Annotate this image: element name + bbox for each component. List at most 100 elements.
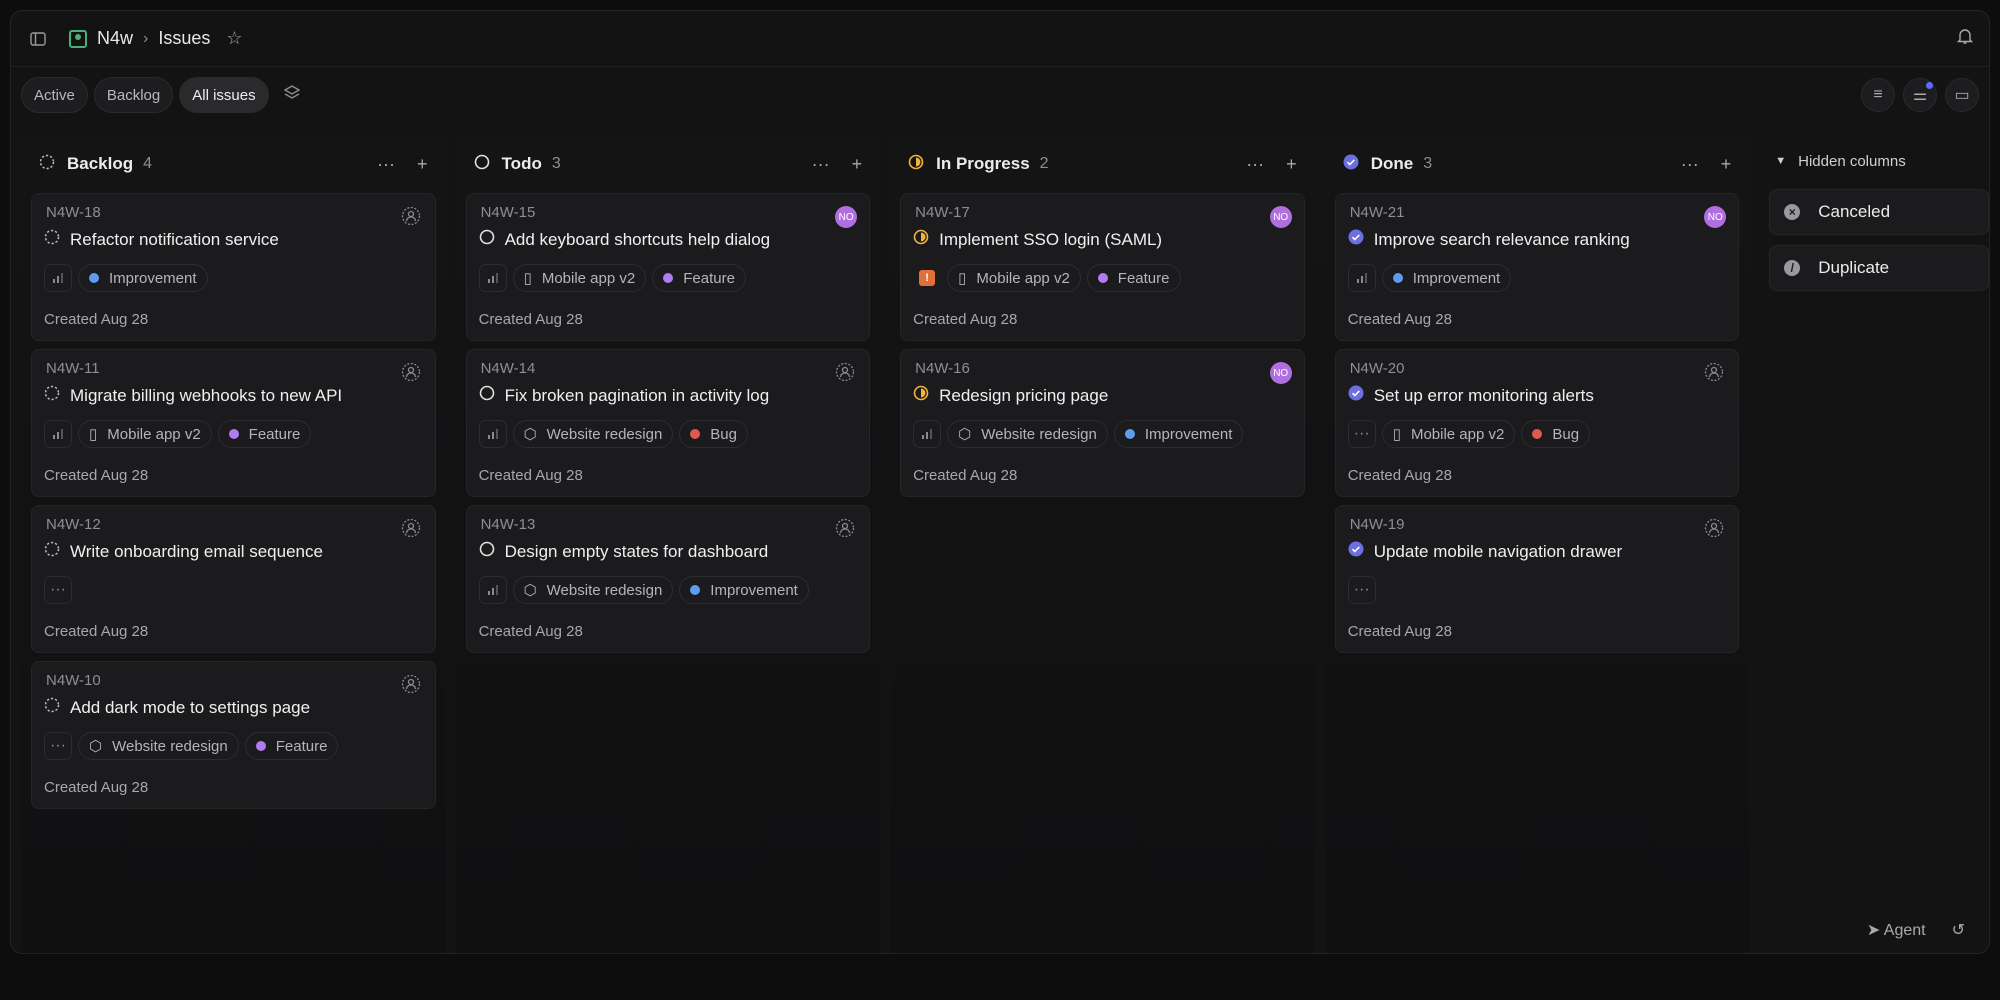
- label-chip[interactable]: Improvement: [78, 264, 208, 292]
- issue-card[interactable]: N4W-11 Migrate billing webhooks to new AP…: [31, 349, 436, 497]
- issue-card[interactable]: N4W-14 Fix broken pagination in activity …: [465, 349, 871, 497]
- assignee-icon[interactable]: [401, 206, 423, 228]
- status-icon[interactable]: [1348, 229, 1364, 250]
- phone-icon: ▯: [89, 426, 98, 443]
- label-chip[interactable]: ⬡ Website redesign: [512, 576, 674, 604]
- status-icon[interactable]: [44, 385, 60, 406]
- no-priority-icon[interactable]: ···: [44, 732, 72, 760]
- issue-card[interactable]: N4W-13 Design empty states for dashboard ⬡…: [465, 505, 871, 653]
- layers-icon[interactable]: [283, 84, 301, 107]
- star-icon[interactable]: ☆: [226, 28, 242, 49]
- priority-icon[interactable]: [44, 420, 72, 448]
- label-chip[interactable]: Feature: [652, 264, 746, 292]
- assignee-icon[interactable]: [835, 518, 857, 540]
- view-tab-backlog[interactable]: Backlog: [93, 77, 174, 113]
- label-chip[interactable]: ⬡ Website redesign: [947, 420, 1108, 448]
- status-icon[interactable]: [479, 385, 495, 406]
- hidden-column-0[interactable]: × Canceled: [1769, 189, 1989, 235]
- assignee-icon[interactable]: [401, 362, 423, 384]
- hidden-column-1[interactable]: / Duplicate: [1769, 245, 1989, 291]
- bell-icon[interactable]: [1956, 27, 1974, 50]
- issue-title: Fix broken pagination in activity log: [504, 385, 770, 405]
- add-icon[interactable]: +: [417, 154, 428, 175]
- label-chip[interactable]: Feature: [217, 420, 312, 448]
- priority-icon[interactable]: [44, 264, 72, 292]
- assignee-icon[interactable]: [835, 362, 857, 384]
- label-chip[interactable]: ▯ Mobile app v2: [78, 420, 212, 448]
- status-icon[interactable]: [479, 541, 495, 562]
- issue-card[interactable]: N4W-17 NO Implement SSO login (SAML)! ▯ Mobi…: [900, 193, 1305, 341]
- add-icon[interactable]: +: [1721, 154, 1732, 175]
- view-tab-all-issues[interactable]: All issues: [179, 77, 269, 113]
- avatar[interactable]: NO: [1269, 206, 1292, 228]
- avatar[interactable]: NO: [1269, 362, 1292, 384]
- avatar[interactable]: NO: [1704, 206, 1727, 228]
- display-options-button[interactable]: ⚌: [1903, 78, 1937, 112]
- priority-icon[interactable]: [478, 264, 507, 292]
- breadcrumb-page[interactable]: Issues: [158, 28, 210, 49]
- created-date: Created Aug 28: [1347, 311, 1452, 328]
- more-icon[interactable]: ···: [377, 154, 395, 175]
- status-icon[interactable]: [1348, 385, 1364, 406]
- sidebar-toggle-icon[interactable]: [27, 28, 49, 50]
- label-chip[interactable]: Bug: [1521, 420, 1591, 448]
- assignee-icon[interactable]: [1704, 518, 1726, 540]
- status-icon[interactable]: [44, 229, 60, 250]
- status-icon[interactable]: [44, 697, 60, 718]
- label-chip[interactable]: Bug: [679, 420, 748, 448]
- issue-card[interactable]: N4W-15 NO Add keyboard shortcuts help dial…: [465, 193, 871, 341]
- hidden-columns-panel: ▼ Hidden columns × Canceled / Duplicate: [1759, 135, 1989, 953]
- priority-icon[interactable]: [913, 420, 942, 448]
- more-icon[interactable]: ···: [1246, 154, 1264, 175]
- no-priority-icon[interactable]: ···: [44, 576, 72, 604]
- no-priority-icon[interactable]: ···: [1347, 576, 1376, 604]
- no-priority-icon[interactable]: ···: [1347, 420, 1376, 448]
- label-chip[interactable]: ⬡ Website redesign: [78, 732, 239, 760]
- assignee-icon[interactable]: [401, 518, 423, 540]
- label-chip[interactable]: ▯ Mobile app v2: [512, 264, 647, 292]
- history-icon[interactable]: ↺: [1952, 920, 1965, 940]
- label-chip[interactable]: ▯ Mobile app v2: [947, 264, 1081, 292]
- status-icon[interactable]: [1348, 541, 1364, 562]
- more-icon[interactable]: ···: [1681, 154, 1699, 175]
- issue-id: N4W-21: [1349, 204, 1405, 221]
- priority-icon[interactable]: [478, 576, 507, 604]
- breadcrumb-project[interactable]: N4w: [97, 28, 133, 49]
- add-icon[interactable]: +: [1286, 154, 1297, 175]
- status-icon[interactable]: [913, 229, 929, 250]
- column-count: 3: [1423, 155, 1433, 172]
- label-dot: [663, 273, 674, 283]
- urgent-priority-icon[interactable]: !: [913, 264, 941, 292]
- assignee-icon[interactable]: [1704, 362, 1726, 384]
- column-count: 3: [551, 155, 561, 172]
- issue-card[interactable]: N4W-18 Refactor notification service Impro…: [31, 193, 436, 341]
- more-icon[interactable]: ···: [812, 154, 830, 175]
- label-chip[interactable]: Improvement: [1381, 264, 1512, 292]
- label-chip[interactable]: ▯ Mobile app v2: [1381, 420, 1516, 448]
- issue-card[interactable]: N4W-16 NO Redesign pricing page ⬡ Website re…: [900, 349, 1305, 497]
- priority-icon[interactable]: [1347, 264, 1376, 292]
- view-tab-active[interactable]: Active: [21, 77, 88, 113]
- label-chip[interactable]: Improvement: [679, 576, 809, 604]
- hidden-columns-toggle[interactable]: ▼ Hidden columns: [1759, 143, 1989, 179]
- priority-icon[interactable]: [478, 420, 507, 448]
- status-icon[interactable]: [913, 385, 929, 406]
- issue-card[interactable]: N4W-19 Update mobile navigation drawer ···…: [1334, 505, 1740, 653]
- issue-card[interactable]: N4W-12 Write onboarding email sequence ···…: [31, 505, 436, 653]
- assignee-icon[interactable]: [401, 674, 423, 696]
- issue-card[interactable]: N4W-21 NO Improve search relevance ranking…: [1334, 193, 1740, 341]
- label-chip[interactable]: Feature: [1086, 264, 1181, 292]
- cube-icon: ⬡: [958, 426, 972, 443]
- issue-card[interactable]: N4W-20 Set up error monitoring alerts ··· ▯…: [1334, 349, 1740, 497]
- status-icon[interactable]: [479, 229, 495, 250]
- status-icon[interactable]: [44, 541, 60, 562]
- label-chip[interactable]: Feature: [244, 732, 339, 760]
- issue-card[interactable]: N4W-10 Add dark mode to settings page ··· ⬡…: [31, 661, 436, 809]
- label-chip[interactable]: Improvement: [1113, 420, 1244, 448]
- filter-button[interactable]: ≡: [1861, 78, 1895, 112]
- agent-button[interactable]: ➤ Agent: [1867, 920, 1926, 940]
- add-icon[interactable]: +: [852, 154, 863, 175]
- panel-toggle-button[interactable]: ▭: [1945, 78, 1979, 112]
- label-chip[interactable]: ⬡ Website redesign: [512, 420, 674, 448]
- avatar[interactable]: NO: [835, 206, 858, 228]
